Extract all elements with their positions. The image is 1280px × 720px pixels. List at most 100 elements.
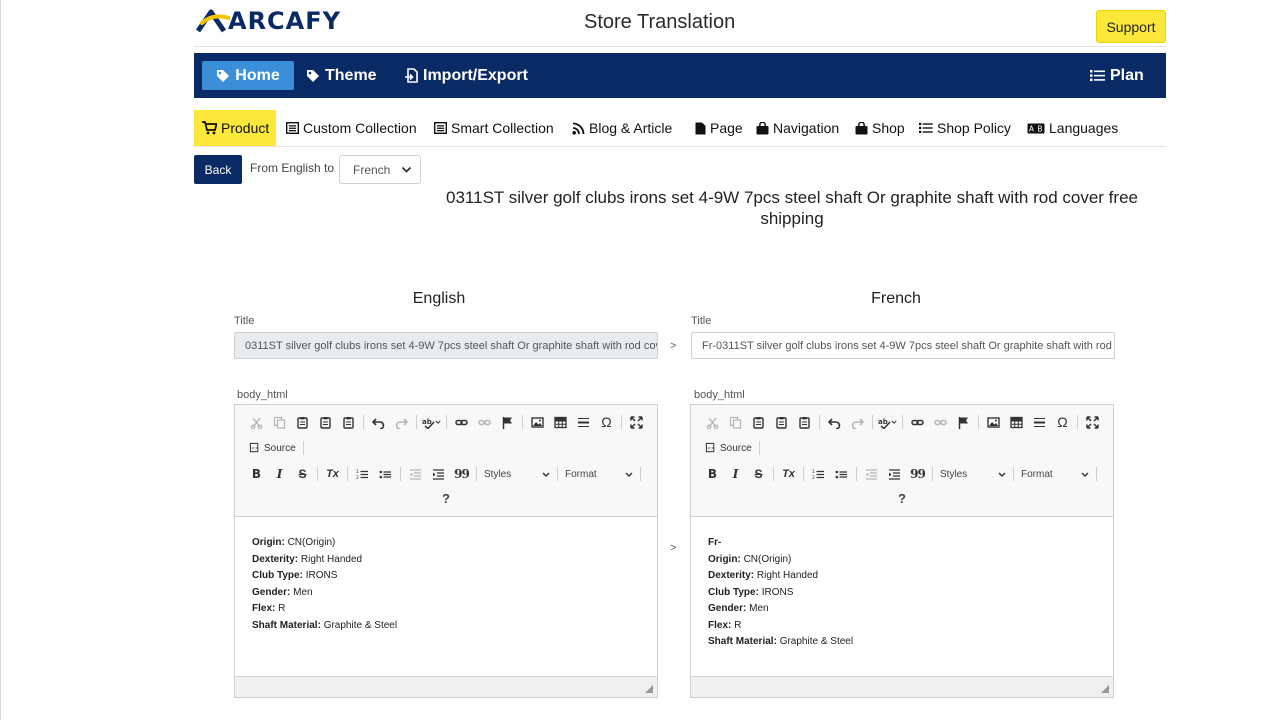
chevron-down-icon (401, 166, 412, 173)
bulleted-list-button[interactable] (374, 464, 397, 484)
indent-button[interactable] (883, 464, 906, 484)
toolbar-row-1: ab Ω (701, 412, 1104, 432)
outdent-button[interactable] (860, 464, 883, 484)
source-button[interactable]: <> Source (701, 442, 756, 454)
paste-word-button[interactable] (793, 412, 816, 432)
copy-title-arrow[interactable]: > (670, 340, 676, 352)
maximize-button[interactable] (1081, 412, 1104, 432)
window-edge (0, 0, 1, 720)
tab-page[interactable]: Page (695, 110, 743, 146)
paste-button[interactable] (747, 412, 770, 432)
link-button[interactable] (906, 412, 929, 432)
maximize-button[interactable] (625, 412, 648, 432)
support-button[interactable]: Support (1096, 10, 1166, 43)
editor-content[interactable]: Fr- Origin: CN(Origin) Dexterity: Right Ha… (708, 535, 853, 651)
remove-format-button[interactable]: Tx (777, 464, 800, 484)
nav-home[interactable]: Home (202, 61, 294, 90)
blockquote-button[interactable]: 99 (450, 464, 473, 484)
horizontal-line-button[interactable] (1028, 412, 1051, 432)
svg-text:<>: <> (251, 446, 259, 452)
strike-button[interactable]: S (291, 464, 314, 484)
undo-button[interactable] (823, 412, 846, 432)
italic-button[interactable]: I (724, 464, 747, 484)
outdent-button[interactable] (404, 464, 427, 484)
source-button[interactable]: <> Source (245, 442, 300, 454)
styles-dropdown[interactable]: Styles (480, 465, 554, 483)
tab-blog-article[interactable]: Blog & Article (572, 110, 672, 146)
target-language-select[interactable]: French (339, 155, 421, 184)
table-button[interactable] (549, 412, 572, 432)
paste-text-button[interactable] (314, 412, 337, 432)
cut-button[interactable] (701, 412, 724, 432)
italic-button[interactable]: I (268, 464, 291, 484)
spec-line: Origin: CN(Origin) (708, 552, 853, 569)
toolbar-row-2: <> Source (245, 438, 307, 458)
tab-shop-policy[interactable]: Shop Policy (919, 110, 1011, 146)
table-button[interactable] (1005, 412, 1028, 432)
horizontal-line-button[interactable] (572, 412, 595, 432)
paste-button[interactable] (291, 412, 314, 432)
help-button[interactable]: ? (235, 491, 657, 506)
back-button[interactable]: Back (194, 155, 242, 184)
unlink-button[interactable] (929, 412, 952, 432)
image-button[interactable] (526, 412, 549, 432)
indent-button[interactable] (427, 464, 450, 484)
undo-button[interactable] (367, 412, 390, 432)
bold-button[interactable]: B (245, 464, 268, 484)
format-dropdown[interactable]: Format (1017, 465, 1093, 483)
blockquote-glyph: 99 (454, 467, 470, 481)
anchor-button[interactable] (952, 412, 975, 432)
nav-theme[interactable]: Theme (306, 61, 377, 90)
spellcheck-button[interactable]: ab (420, 412, 443, 432)
copy-body-arrow[interactable]: > (670, 542, 676, 554)
target-title-input[interactable]: Fr-0311ST silver golf clubs irons set 4-… (691, 332, 1115, 359)
toolbar-separator (522, 415, 523, 429)
paste-text-button[interactable] (770, 412, 793, 432)
bag-icon (855, 121, 868, 134)
nav-plan[interactable]: Plan (1090, 61, 1144, 90)
nav-home-label: Home (235, 66, 280, 84)
redo-button[interactable] (846, 412, 869, 432)
target-body-editor[interactable]: ab Ω <> Source B I S Tx 1 2 99 Styles Format? Fr- Orig… (690, 404, 1114, 698)
nav-import-export[interactable]: Import/Export (404, 61, 528, 90)
resize-handle-icon[interactable] (645, 685, 653, 693)
anchor-button[interactable] (496, 412, 519, 432)
format-dropdown[interactable]: Format (561, 465, 637, 483)
logo[interactable]: ARCAFY (196, 7, 341, 35)
bulleted-list-button[interactable] (830, 464, 853, 484)
tab-languages[interactable]: AB Languages (1027, 110, 1118, 146)
special-character-button[interactable]: Ω (1051, 412, 1074, 432)
tab-custom-collection[interactable]: Custom Collection (286, 110, 417, 146)
special-character-button[interactable]: Ω (595, 412, 618, 432)
remove-format-button[interactable]: Tx (321, 464, 344, 484)
tab-shop[interactable]: Shop (855, 110, 905, 146)
help-button[interactable]: ? (691, 491, 1113, 506)
numbered-list-button[interactable]: 12 (351, 464, 374, 484)
styles-dropdown[interactable]: Styles (936, 465, 1010, 483)
source-body-editor[interactable]: ab Ω <> Source B I S Tx 1 2 99 Styles Format? Origin:… (234, 404, 658, 698)
link-button[interactable] (450, 412, 473, 432)
editor-content[interactable]: Origin: CN(Origin) Dexterity: Right Hande… (252, 535, 397, 634)
tab-smart-collection[interactable]: Smart Collection (434, 110, 554, 146)
horizontal-line-icon (1034, 417, 1045, 427)
paste-word-button[interactable] (337, 412, 360, 432)
unlink-button[interactable] (473, 412, 496, 432)
cut-button[interactable] (245, 412, 268, 432)
list-icon (434, 122, 447, 134)
spec-value: Men (749, 603, 769, 614)
bold-button[interactable]: B (701, 464, 724, 484)
tab-product[interactable]: Product (194, 110, 277, 146)
resize-handle-icon[interactable] (1101, 685, 1109, 693)
source-title-input[interactable]: 0311ST silver golf clubs irons set 4-9W … (234, 332, 658, 359)
strike-button[interactable]: S (747, 464, 770, 484)
redo-button[interactable] (390, 412, 413, 432)
numbered-list-button[interactable]: 12 (807, 464, 830, 484)
spellcheck-button[interactable]: ab (876, 412, 899, 432)
copy-button[interactable] (724, 412, 747, 432)
editor-statusbar (691, 676, 1113, 697)
tab-navigation[interactable]: Navigation (756, 110, 839, 146)
image-button[interactable] (982, 412, 1005, 432)
spec-line: Gender: Men (252, 585, 397, 602)
copy-button[interactable] (268, 412, 291, 432)
blockquote-button[interactable]: 99 (906, 464, 929, 484)
